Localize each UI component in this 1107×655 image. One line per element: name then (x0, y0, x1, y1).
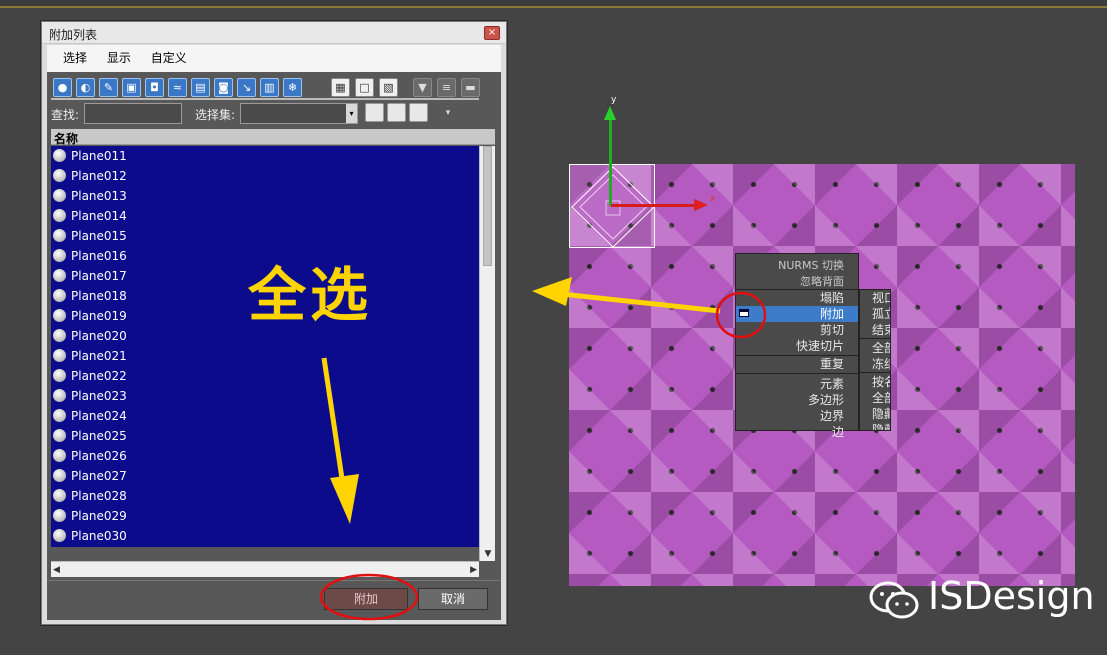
arrow-to-list-head (532, 277, 572, 306)
circle-attach-icon (715, 291, 767, 339)
arrow-to-list (551, 290, 721, 314)
wechat-icon (869, 581, 919, 619)
arrow-to-attach-button (321, 357, 347, 493)
annotation-overlay (319, 277, 767, 621)
watermark-text: ISDesign (928, 574, 1095, 618)
arrow-to-attach-button-head (330, 474, 359, 524)
circle-attach-button (319, 573, 419, 621)
